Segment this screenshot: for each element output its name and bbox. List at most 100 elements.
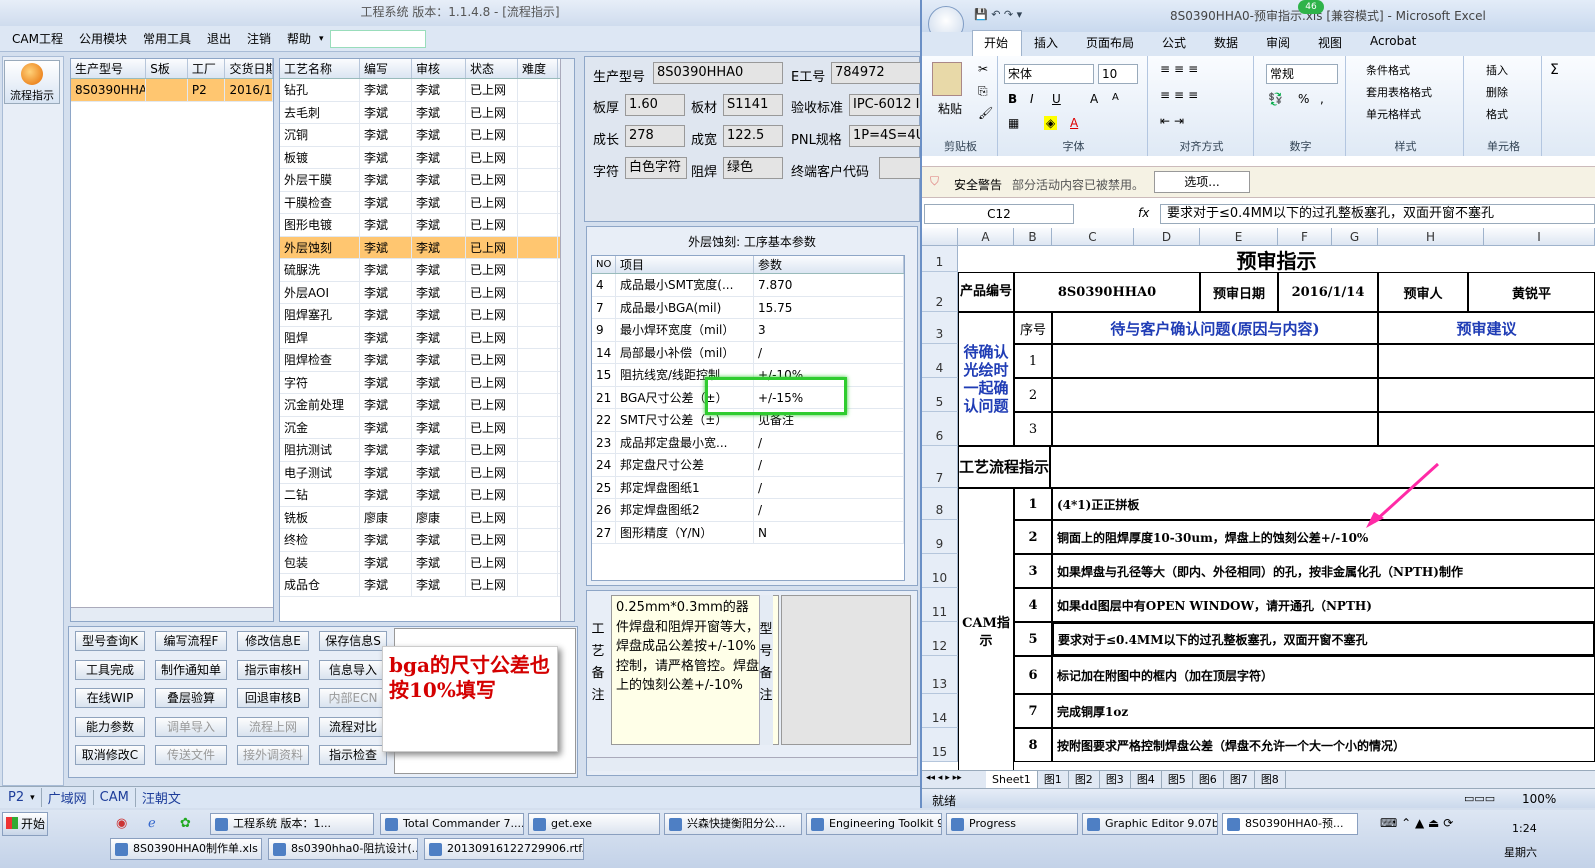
table-row[interactable]: 26 邦定焊盘图纸2/ <box>592 499 904 522</box>
pnl-field[interactable]: 1P=4S=4U <box>849 125 921 147</box>
action-button[interactable]: 内部ECN <box>319 688 387 708</box>
table-row[interactable]: 外层蚀刻 李斌 李斌 已上网 <box>280 236 574 259</box>
col-header[interactable]: A <box>958 228 1014 246</box>
mask-field[interactable]: 绿色 <box>723 157 783 179</box>
number-format-select[interactable]: 常规 <box>1266 64 1338 84</box>
col-header[interactable]: NO <box>592 256 616 273</box>
col-header[interactable]: 工厂 <box>188 59 226 78</box>
cut-icon[interactable]: ✂ <box>978 62 988 76</box>
row-header[interactable]: 11 <box>922 588 958 622</box>
table-row[interactable]: 27 图形精度（Y/N） N <box>592 521 904 544</box>
bold-icon[interactable]: B <box>1008 92 1017 106</box>
action-button[interactable]: 流程上网 <box>237 716 309 737</box>
taskbar-item[interactable]: 8S0390HHA0-预... <box>1222 813 1358 835</box>
status-user[interactable]: 汪朝文 <box>134 788 187 807</box>
issue-cell[interactable] <box>1052 344 1378 378</box>
sheet-tab[interactable]: 图1 <box>1038 771 1069 789</box>
table-row[interactable]: 终检 李斌 李斌 已上网 <box>280 529 574 552</box>
row-header[interactable]: 5 <box>922 378 958 412</box>
tray-icons[interactable]: ⌨ ⌃ ▲ ⏏ ⟳ <box>1380 816 1453 830</box>
col-header[interactable]: E <box>1200 228 1278 246</box>
table-row[interactable]: 4 成品最小SMT宽度(... 7.870 <box>592 274 904 297</box>
menu-tools[interactable]: 常用工具 <box>135 30 199 47</box>
row-header[interactable]: 13 <box>922 656 958 694</box>
row-header[interactable]: 15 <box>922 728 958 762</box>
row-header[interactable]: 6 <box>922 412 958 446</box>
font-size-select[interactable]: 10 <box>1098 64 1138 84</box>
fx-icon[interactable]: fx <box>1138 206 1149 220</box>
percent-icon[interactable]: % <box>1298 92 1309 106</box>
border-icon[interactable]: ▦ <box>1008 116 1019 130</box>
font-name-select[interactable]: 宋体 <box>1004 64 1094 84</box>
row-header[interactable]: 12 <box>922 622 958 656</box>
app-icon[interactable]: ✿ <box>180 816 191 831</box>
action-button[interactable]: 制作通知单 <box>155 659 227 680</box>
col-header[interactable]: 编写 <box>360 59 412 78</box>
sheet-tab[interactable]: 图6 <box>1193 771 1224 789</box>
row-header[interactable]: 14 <box>922 694 958 728</box>
row-header[interactable]: 9 <box>922 520 958 554</box>
action-button[interactable]: 指示检查 <box>319 745 387 765</box>
table-row[interactable]: 24 邦定盘尺寸公差 / <box>592 454 904 477</box>
table-row[interactable]: 14 局部最小补偿（mil） / <box>592 341 904 364</box>
process-note-text[interactable]: 0.25mm*0.3mm的器件焊盘和阻焊开窗等大，焊盘成品公差按+/-10%控制… <box>611 595 779 745</box>
table-row[interactable]: 25 邦定焊盘图纸1/ <box>592 476 904 499</box>
sheet-tab[interactable]: 图7 <box>1224 771 1255 789</box>
cell-style-button[interactable]: 单元格样式 <box>1366 106 1421 122</box>
col-header[interactable]: 难度 <box>518 59 558 78</box>
suggest-cell[interactable] <box>1378 378 1595 412</box>
fill-color-icon[interactable]: ◈ <box>1044 116 1058 130</box>
col-header[interactable]: 生产型号 <box>71 59 147 78</box>
action-button[interactable]: 保存信息S <box>319 631 387 651</box>
tab-insert[interactable]: 插入 <box>1034 34 1058 51</box>
taskbar-item[interactable]: Engineering Toolkit 9... <box>806 813 942 835</box>
options-button[interactable]: 选项... <box>1154 171 1250 193</box>
table-row[interactable]: 硫脲洗 李斌 李斌 已上网 <box>280 259 574 282</box>
row-header[interactable]: 4 <box>922 344 958 378</box>
col-header[interactable]: B <box>1014 228 1052 246</box>
zoom-level[interactable]: 100% <box>1522 792 1556 806</box>
underline-icon[interactable]: U <box>1052 92 1061 106</box>
wid-field[interactable]: 122.5 <box>723 125 783 147</box>
ie-icon[interactable]: ℯ <box>148 816 156 831</box>
indent-icon[interactable]: ⇤⇥ <box>1160 114 1188 128</box>
font-color-icon[interactable]: A <box>1070 116 1078 130</box>
currency-icon[interactable]: 💱 <box>1268 92 1283 106</box>
sheet-tab[interactable]: 图8 <box>1255 771 1286 789</box>
chevron-down-icon[interactable]: ▾ <box>319 34 324 44</box>
tab-acrobat[interactable]: Acrobat <box>1370 34 1416 48</box>
delete-cells-button[interactable]: 删除 <box>1486 84 1508 100</box>
instruction-cell[interactable]: 要求对于≤0.4MM以下的过孔整板塞孔，双面开窗不塞孔 <box>1052 622 1595 656</box>
sheet-tab[interactable]: 图2 <box>1069 771 1100 789</box>
action-button[interactable]: 能力参数 <box>75 716 145 737</box>
row-header[interactable]: 8 <box>922 488 958 520</box>
tab-data[interactable]: 数据 <box>1214 34 1238 51</box>
instruction-cell[interactable]: 标记加在附图中的框内（加在顶层字符） <box>1052 656 1595 694</box>
row-header[interactable]: 10 <box>922 554 958 588</box>
table-row[interactable]: 阻抗测试 李斌 李斌 已上网 <box>280 439 574 462</box>
col-header[interactable]: 交货日期 <box>225 59 273 78</box>
col-header[interactable]: I <box>1484 228 1595 246</box>
action-button[interactable]: 调单导入 <box>155 716 227 737</box>
align-left-icon[interactable]: ≡≡≡ <box>1160 88 1202 102</box>
menu-logout[interactable]: 注销 <box>239 30 279 47</box>
chrome-icon[interactable]: ◉ <box>116 816 127 831</box>
table-row[interactable]: 阻焊检查 李斌 李斌 已上网 <box>280 349 574 372</box>
name-box[interactable]: C12 <box>924 204 1074 224</box>
horizontal-scrollbar[interactable] <box>587 757 917 771</box>
taskbar-item[interactable]: 20130916122729906.rtf... <box>424 838 584 860</box>
issue-cell[interactable] <box>1052 412 1378 446</box>
paste-icon[interactable] <box>932 62 962 96</box>
col-header[interactable]: G <box>1332 228 1378 246</box>
instruction-cell[interactable]: 如果dd图层中有OPEN WINDOW，请开通孔（NPTH) <box>1052 588 1595 622</box>
taskbar-item[interactable]: Graphic Editor 9.07b... <box>1082 813 1218 835</box>
table-row[interactable]: 7 成品最小BGA(mil) 15.75 <box>592 296 904 319</box>
menu-public[interactable]: 公用模块 <box>71 30 135 47</box>
taskbar-item[interactable]: 工程系统 版本：1... <box>210 813 374 835</box>
sheet-tab[interactable]: Sheet1 <box>986 771 1038 789</box>
col-header[interactable]: 工艺名称 <box>280 59 360 78</box>
table-row[interactable]: 外层干膜 李斌 李斌 已上网 <box>280 169 574 192</box>
flow-cell[interactable] <box>1050 446 1595 488</box>
quick-access-toolbar[interactable]: 💾 ↶ ↷ ▾ <box>974 8 1022 21</box>
std-field[interactable]: IPC-6012 I <box>849 94 921 116</box>
